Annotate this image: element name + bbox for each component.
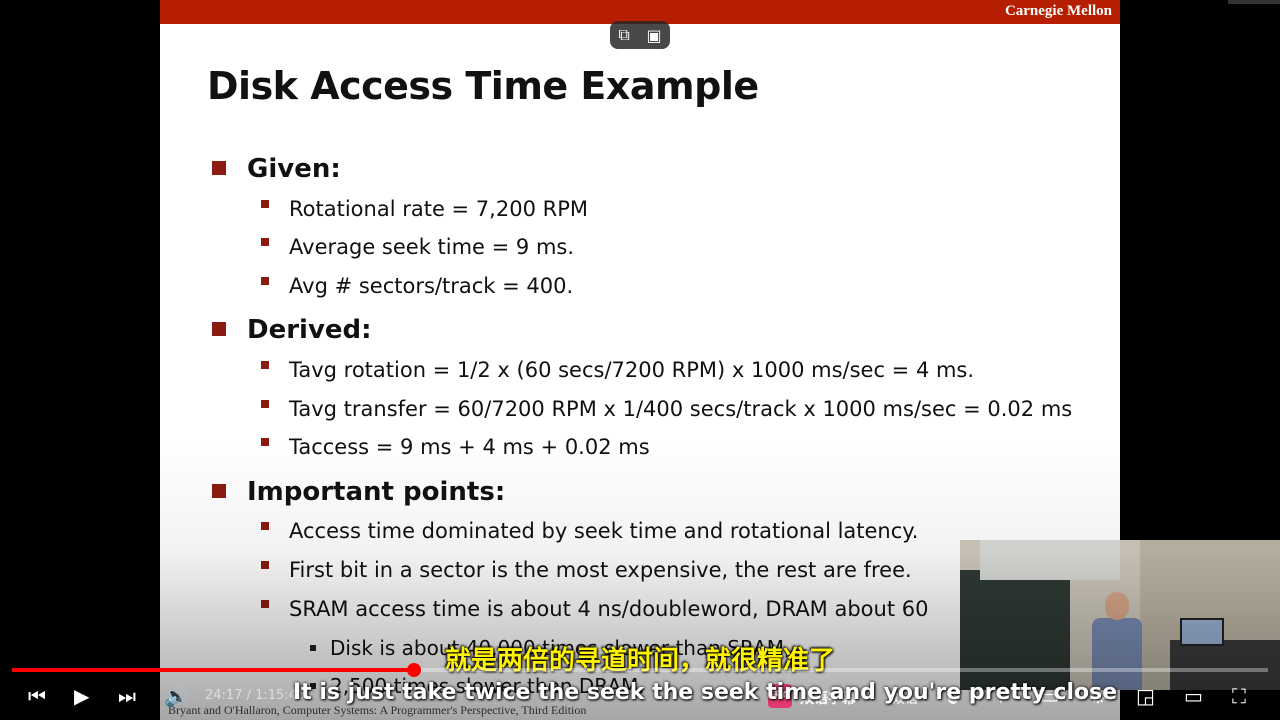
bullet-item: Average seek time = 9 ms.: [261, 235, 574, 259]
video-clip-icon[interactable]: ▣: [647, 26, 662, 45]
square-bullet-icon: [212, 321, 226, 336]
skip-next-icon[interactable]: ⏭: [118, 684, 136, 708]
small-square-bullet-icon: [261, 277, 269, 285]
progress-scrubber[interactable]: [406, 663, 421, 677]
section-heading-derived: Derived:: [212, 315, 372, 345]
square-bullet-icon: [212, 483, 226, 498]
small-square-bullet-icon: [261, 400, 269, 408]
bullet-item: Rotational rate = 7,200 RPM: [261, 197, 588, 221]
subtitle-english: It is just take twice the seek the seek …: [293, 680, 1118, 705]
projector-screen: [980, 540, 1120, 580]
video-player[interactable]: Carnegie Mellon Disk Access Time Example…: [0, 0, 1280, 720]
section-heading-given: Given:: [212, 154, 341, 184]
bullet-item: First bit in a sector is the most expens…: [261, 558, 912, 582]
bullet-item: Access time dominated by seek time and r…: [261, 519, 918, 543]
bullet-item: SRAM access time is about 4 ns/doublewor…: [261, 597, 928, 621]
bullet-item: Avg # sectors/track = 400.: [261, 274, 573, 298]
top-right-bar: [1228, 0, 1280, 4]
small-square-bullet-icon: [261, 361, 269, 369]
speaker-head: [1105, 592, 1129, 620]
small-square-bullet-icon: [261, 238, 269, 246]
small-square-bullet-icon: [261, 561, 269, 569]
small-square-bullet-icon: [261, 522, 269, 530]
small-square-bullet-icon: [261, 200, 269, 208]
screenshot-icon[interactable]: ⧉: [618, 25, 629, 45]
skip-previous-icon[interactable]: ⏮: [28, 684, 46, 708]
progress-played: [12, 668, 414, 672]
small-square-bullet-icon: [261, 600, 269, 608]
bullet-item: Tavg rotation = 1/2 x (60 secs/7200 RPM)…: [261, 358, 974, 382]
top-overlay-buttons: ⧉ ▣: [610, 21, 670, 49]
section-heading-important-points: Important points:: [212, 477, 505, 507]
theater-mode-icon[interactable]: ▭: [1184, 684, 1203, 708]
bullet-item: Tavg transfer = 60/7200 RPM x 1/400 secs…: [261, 397, 1072, 421]
fullscreen-icon[interactable]: ⛶: [1232, 684, 1246, 708]
time-display: 24:17 / 1:15:46: [205, 688, 306, 703]
play-icon[interactable]: ▶: [74, 684, 89, 708]
volume-icon[interactable]: 🔊: [164, 684, 189, 708]
slide-title: Disk Access Time Example: [207, 64, 759, 108]
small-square-bullet-icon: [261, 438, 269, 446]
miniplayer-icon[interactable]: ◲: [1136, 684, 1155, 708]
square-bullet-icon: [212, 160, 226, 175]
progress-bar[interactable]: [12, 663, 1268, 677]
slide-brand: Carnegie Mellon: [1004, 3, 1112, 19]
bullet-item: Taccess = 9 ms + 4 ms + 0.02 ms: [261, 435, 650, 459]
